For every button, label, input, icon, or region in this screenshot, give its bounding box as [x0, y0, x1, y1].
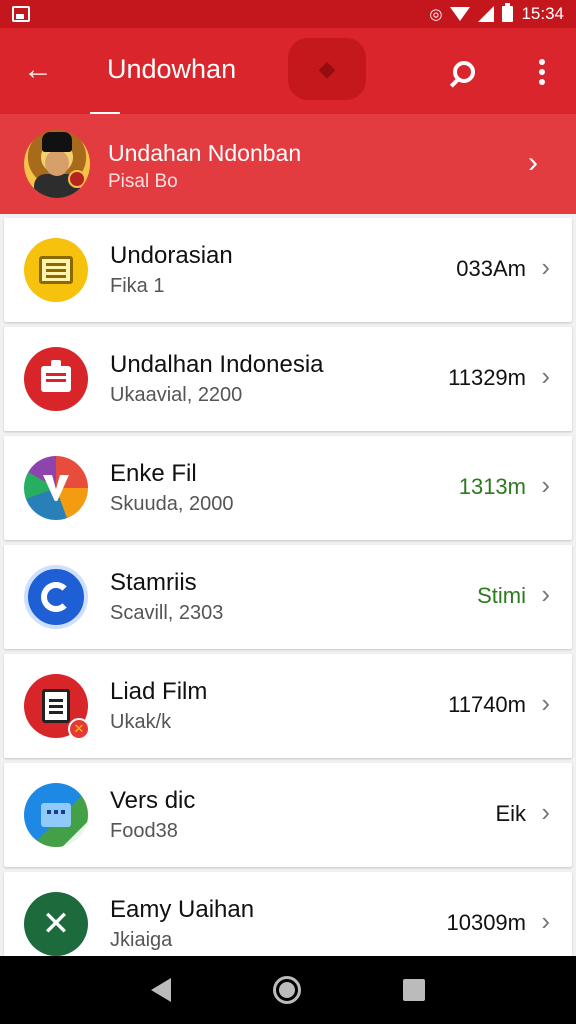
document-error-icon: ✕: [24, 674, 90, 740]
list-item[interactable]: Enke Fil Skuuda, 2000 1313m ›: [4, 436, 572, 540]
item-name: Vers dic: [110, 787, 196, 814]
status-bar: ◎ 15:34: [0, 0, 576, 28]
item-name: Enke Fil: [110, 460, 197, 487]
avatar: [24, 130, 90, 198]
item-meta: 1313m: [458, 474, 526, 499]
chevron-right-icon: ›: [528, 146, 538, 179]
item-name: Undalhan Indonesia: [110, 351, 324, 378]
item-meta: 11740m: [448, 692, 526, 717]
chevron-right-icon: ›: [541, 252, 550, 282]
more-button[interactable]: [528, 54, 556, 90]
arrow-left-icon: ←: [23, 53, 53, 86]
item-name: Stamriis: [110, 569, 197, 596]
list-item[interactable]: Stamriis Scavill, 2303 Stimi ›: [4, 545, 572, 649]
signal-icon: [478, 6, 495, 22]
nav-recent-icon[interactable]: [403, 979, 425, 1001]
item-sub: Scavill, 2303: [110, 602, 224, 624]
item-sub: Fika 1: [110, 275, 165, 297]
error-badge-icon: ✕: [68, 718, 90, 740]
chevron-right-icon: ›: [541, 361, 550, 391]
search-icon: [453, 61, 475, 83]
list-item[interactable]: Vers dic Food38 Eik ›: [4, 763, 572, 867]
header-title: Undahan Ndonban: [108, 140, 302, 166]
multicolor-v-icon: [24, 456, 88, 520]
item-name: Eamy Uaihan: [110, 896, 255, 923]
nav-home-icon[interactable]: [273, 976, 301, 1004]
clipboard-icon: [24, 347, 88, 411]
cast-button[interactable]: ◆: [288, 38, 366, 100]
list-item[interactable]: ✕ Liad Film Ukak/k 11740m ›: [4, 654, 572, 758]
item-sub: Skuuda, 2000: [110, 493, 234, 515]
item-meta: 10309m: [446, 910, 526, 935]
header-card[interactable]: Undahan Ndonban Pisal Bo ›: [0, 114, 576, 214]
item-name: Liad Film: [110, 678, 208, 705]
refresh-ring-icon: [24, 565, 88, 629]
status-time: 15:34: [521, 4, 564, 23]
chevron-right-icon: ›: [541, 797, 550, 827]
more-vert-icon: [539, 59, 545, 65]
item-sub: Ukaavial, 2200: [110, 384, 243, 406]
page-title: Undowhan: [107, 54, 237, 84]
chevron-right-icon: ›: [541, 470, 550, 500]
list-item[interactable]: Undorasian Fika 1 033Am ›: [4, 218, 572, 322]
image-icon: [12, 6, 30, 22]
chevron-right-icon: ›: [541, 688, 550, 718]
item-sub: Food38: [110, 820, 178, 842]
item-meta: 11329m: [448, 365, 526, 390]
app-bar: ← Undowhan ◆: [0, 28, 576, 114]
item-meta: Eik: [495, 801, 526, 826]
excel-x-icon: ✕: [24, 892, 88, 956]
chat-icon: [24, 783, 88, 847]
navigation-bar: [0, 956, 576, 1024]
notes-icon: [24, 238, 88, 302]
wifi-icon: [450, 7, 471, 21]
battery-icon: [502, 3, 514, 22]
search-button[interactable]: [446, 54, 482, 90]
header-subtitle: Pisal Bo: [108, 171, 178, 192]
sync-icon: ◎: [429, 6, 443, 23]
back-button[interactable]: ←: [20, 52, 56, 88]
status-right: ◎ 15:34: [429, 3, 564, 24]
item-meta: Stimi: [477, 583, 526, 608]
nav-back-icon[interactable]: [151, 978, 171, 1002]
status-left: [12, 6, 30, 22]
item-sub: Jkiaiga: [110, 929, 173, 951]
list-item[interactable]: Undalhan Indonesia Ukaavial, 2200 11329m…: [4, 327, 572, 431]
item-meta: 033Am: [456, 256, 526, 281]
file-list: Undorasian Fika 1 033Am › Undalhan Indon…: [4, 218, 572, 981]
chevron-right-icon: ›: [541, 579, 550, 609]
cast-icon: ◆: [318, 56, 336, 81]
chevron-right-icon: ›: [541, 906, 550, 936]
item-sub: Ukak/k: [110, 711, 172, 733]
item-name: Undorasian: [110, 242, 233, 269]
